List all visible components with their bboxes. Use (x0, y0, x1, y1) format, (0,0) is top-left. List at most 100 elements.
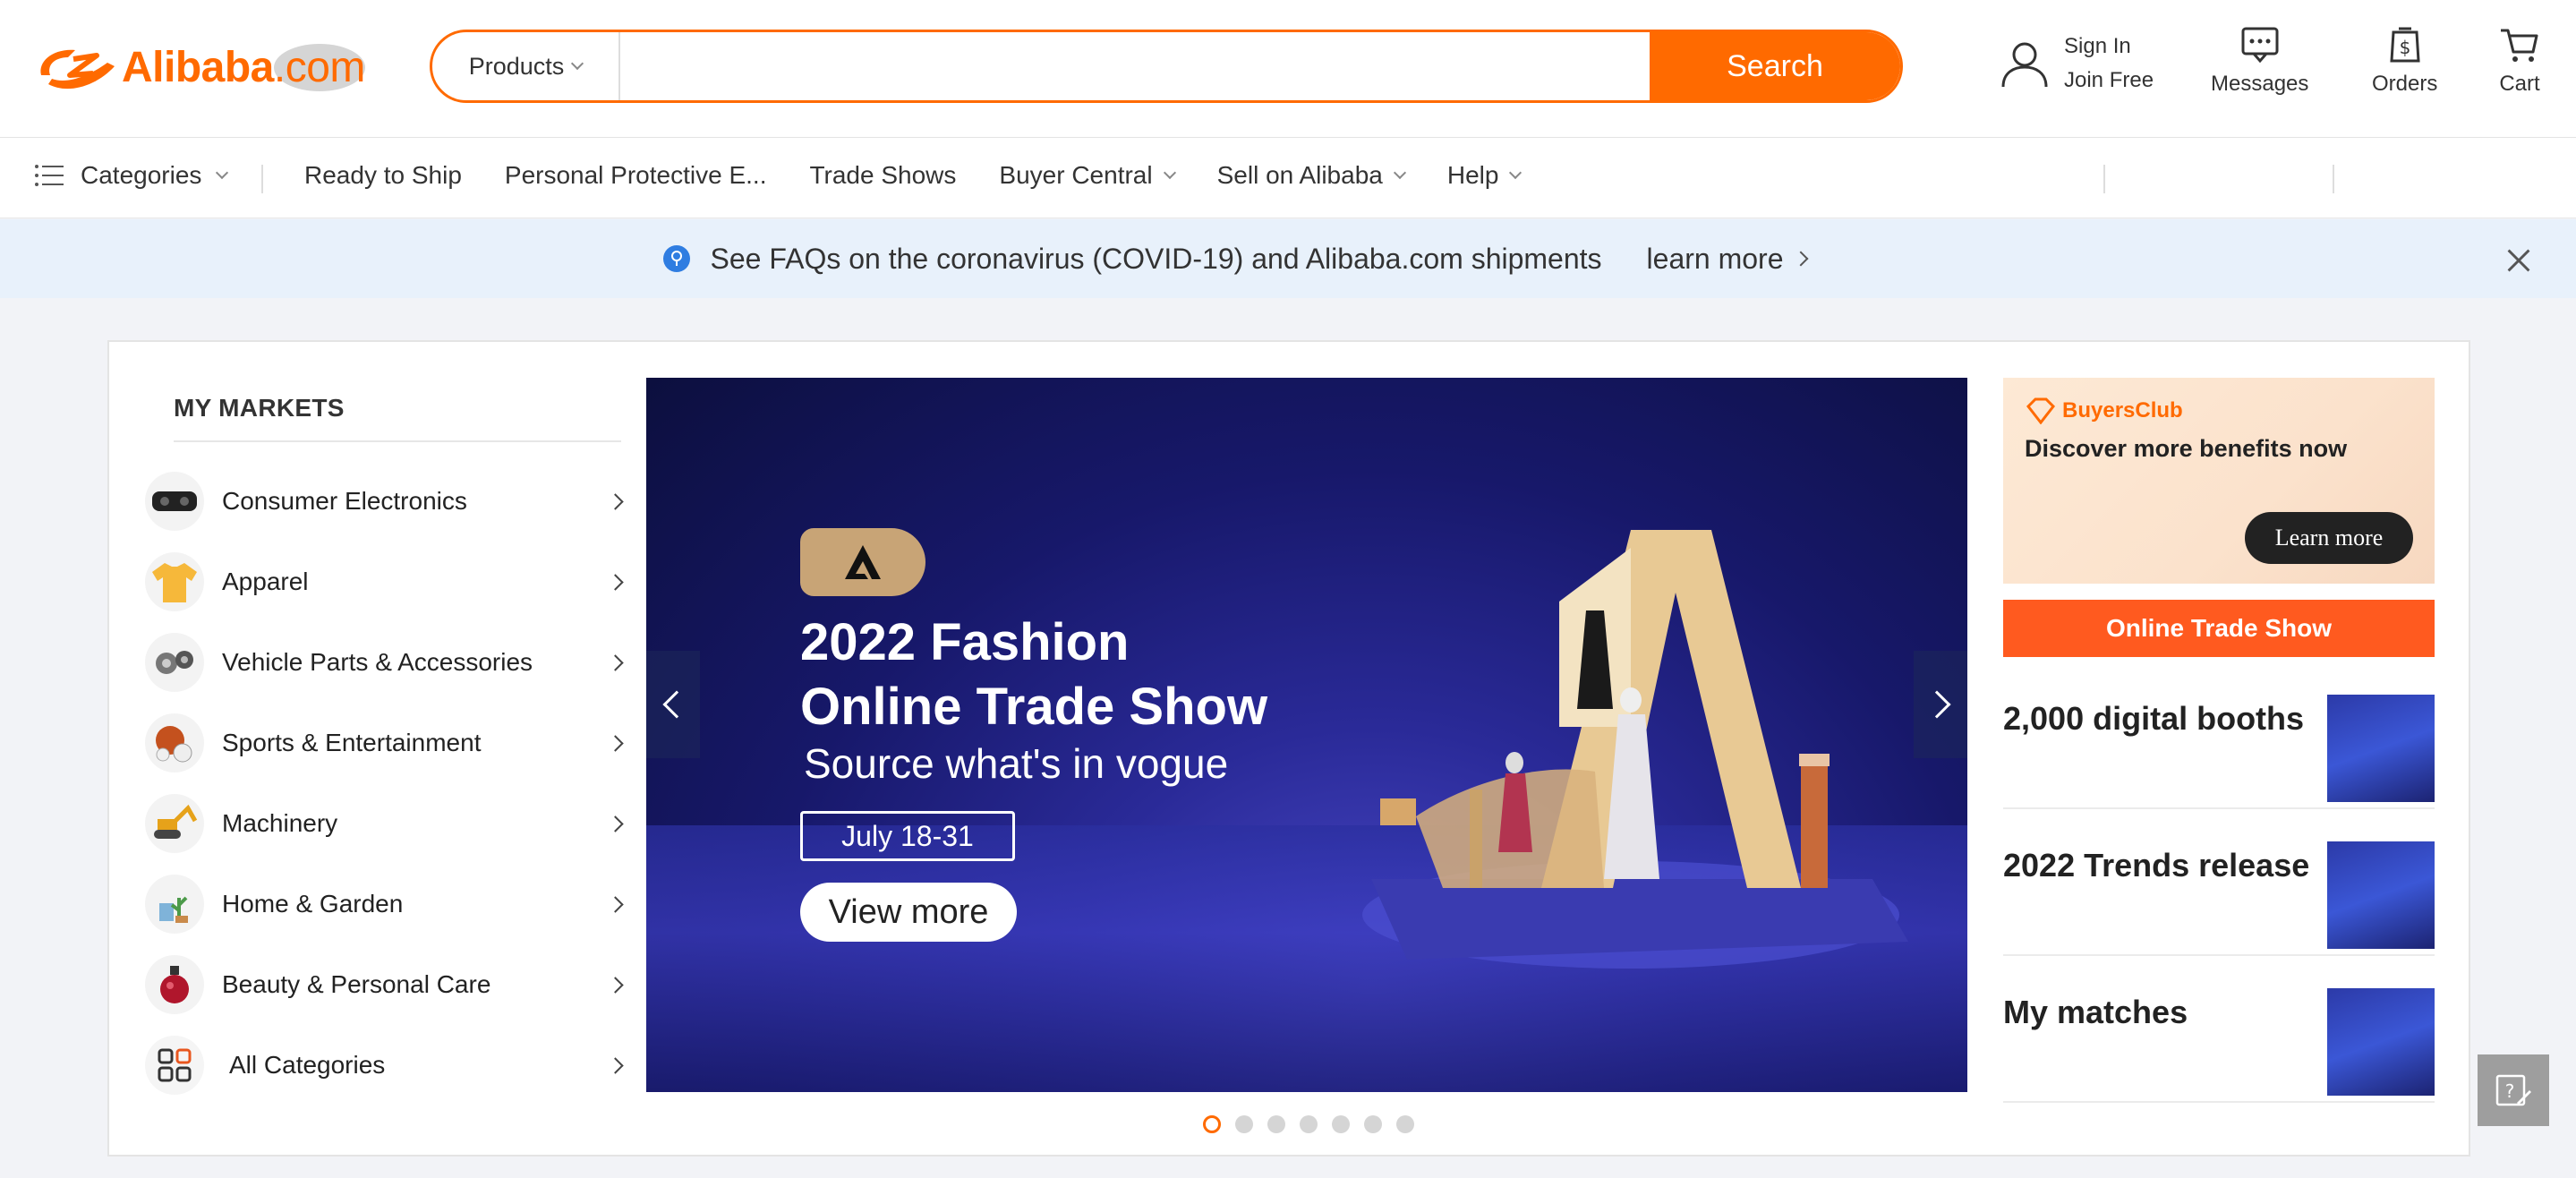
messages-icon (2241, 27, 2279, 64)
messages-label: Messages (2211, 72, 2309, 96)
trends-thumbnail (2327, 841, 2435, 949)
market-apparel[interactable]: Apparel (145, 546, 628, 618)
nav-item-label: Trade Shows (809, 161, 957, 189)
buyers-club-promo[interactable]: BuyersClub Discover more benefits now Le… (2003, 378, 2435, 584)
banner-prev-button[interactable] (646, 651, 700, 758)
carousel-dot[interactable] (1267, 1115, 1285, 1133)
side-item-label: 2,000 digital booths (2003, 700, 2305, 737)
chevron-down-icon (1393, 166, 1406, 180)
chevron-right-icon (607, 734, 624, 752)
chevron-down-icon (216, 166, 229, 180)
carousel-dots (1203, 1115, 1414, 1133)
nav-item-label: Ready to Ship (304, 161, 462, 189)
sports-balls-icon (156, 726, 192, 763)
nav-item-label: Personal Protective E... (504, 161, 767, 189)
banner-next-button[interactable] (1914, 651, 1967, 758)
chevron-left-icon (662, 690, 691, 719)
fashion-stage-illustration (1362, 530, 1908, 969)
nav-item-trade-shows[interactable]: Trade Shows (809, 161, 956, 190)
excavator-icon (154, 804, 198, 839)
nav-item-label: Buyer Central (999, 161, 1153, 189)
matches-thumbnail (2327, 988, 2435, 1096)
carousel-dot[interactable] (1364, 1115, 1382, 1133)
side-item-label: 2022 Trends release (2003, 847, 2310, 884)
carousel-dot[interactable] (1235, 1115, 1253, 1133)
market-label: Vehicle Parts & Accessories (222, 648, 533, 676)
buyers-club-brand: BuyersClub (2062, 398, 2183, 423)
search-button[interactable]: Search (1650, 32, 1900, 100)
messages-button[interactable]: Messages (2211, 25, 2308, 115)
header: Alibaba.com Products Search Sign In Join… (0, 0, 2576, 138)
nav-item-ready-to-ship[interactable]: Ready to Ship (304, 161, 462, 190)
sign-in-link[interactable]: Sign In (2064, 34, 2154, 59)
chevron-right-icon (607, 895, 624, 913)
sign-in-area[interactable]: Sign In Join Free (1996, 34, 2154, 93)
chevron-down-icon (1509, 166, 1523, 180)
tshirt-icon (152, 563, 197, 602)
feedback-edit-icon: ? (2495, 1074, 2531, 1106)
svg-text:$: $ (2399, 37, 2410, 58)
covid-notice-bar: See FAQs on the coronavirus (COVID-19) a… (0, 219, 2576, 298)
side-item-digital-booths[interactable]: 2,000 digital booths (2003, 677, 2435, 809)
nav-divider (261, 165, 263, 193)
carousel-dot[interactable] (1203, 1115, 1221, 1133)
notice-learn-more-link[interactable]: learn more (1647, 243, 1809, 276)
carousel-dot[interactable] (1396, 1115, 1414, 1133)
chevron-right-icon (607, 492, 624, 510)
cart-button[interactable]: Cart (2499, 25, 2540, 115)
market-label: Sports & Entertainment (222, 729, 482, 756)
nav-item-label: Sell on Alibaba (1216, 161, 1383, 189)
search-category-select[interactable]: Products (432, 32, 620, 100)
carousel-dot[interactable] (1332, 1115, 1350, 1133)
nav-divider (2333, 165, 2334, 193)
cart-icon (2501, 29, 2538, 62)
alibaba-logo[interactable]: Alibaba.com (34, 36, 365, 98)
banner-subtitle: Source what's in vogue (804, 740, 1229, 787)
diamond-icon (2026, 397, 2055, 424)
market-machinery[interactable]: Machinery (145, 788, 628, 859)
markets-title: MY MARKETS (174, 394, 345, 422)
list-icon (35, 165, 64, 186)
nav-categories[interactable]: Categories (34, 161, 229, 190)
carousel-dot[interactable] (1300, 1115, 1318, 1133)
nav-item-help[interactable]: Help (1446, 161, 1523, 190)
buyers-club-learn-more-button[interactable]: Learn more (2245, 512, 2413, 564)
close-icon[interactable] (2504, 246, 2533, 275)
market-all-categories[interactable]: All Categories (145, 1029, 628, 1101)
nav-item-ppe[interactable]: Personal Protective E... (505, 161, 767, 190)
market-consumer-electronics[interactable]: Consumer Electronics (145, 465, 628, 537)
market-label: Beauty & Personal Care (222, 970, 491, 998)
feedback-button[interactable]: ? (2478, 1054, 2549, 1126)
market-sports-entertainment[interactable]: Sports & Entertainment (145, 707, 628, 779)
market-beauty-personal-care[interactable]: Beauty & Personal Care (145, 949, 628, 1020)
nav-item-label: Help (1446, 161, 1499, 189)
chevron-right-icon (607, 1056, 624, 1074)
market-vehicle-parts[interactable]: Vehicle Parts & Accessories (145, 627, 628, 698)
buyers-club-logo: BuyersClub (2025, 397, 2183, 424)
market-label: Machinery (222, 809, 338, 837)
side-item-my-matches[interactable]: My matches (2003, 970, 2435, 1103)
market-home-garden[interactable]: Home & Garden (145, 868, 628, 940)
chevron-right-icon (607, 815, 624, 832)
hero-banner[interactable]: 2022 Fashion Online Trade Show Source wh… (646, 378, 1967, 1092)
chevron-right-icon (607, 573, 624, 591)
perfume-icon (160, 966, 189, 1003)
chevron-right-icon (607, 976, 624, 994)
market-label: All Categories (229, 1051, 386, 1079)
search-input[interactable] (620, 32, 1650, 100)
join-free-link[interactable]: Join Free (2064, 68, 2154, 93)
buyers-club-title: Discover more benefits now (2025, 435, 2348, 462)
online-trade-show-button[interactable]: Online Trade Show (2003, 600, 2435, 657)
nav-item-buyer-central[interactable]: Buyer Central (999, 161, 1176, 190)
chevron-right-icon (607, 653, 624, 671)
digital-booths-thumbnail (2327, 695, 2435, 802)
nav-item-sell-on-alibaba[interactable]: Sell on Alibaba (1216, 161, 1406, 190)
notice-text: See FAQs on the coronavirus (COVID-19) a… (710, 242, 1602, 275)
search-bar: Products Search (430, 30, 1903, 103)
chevron-down-icon (571, 56, 584, 71)
orders-button[interactable]: $ Orders (2372, 25, 2437, 115)
banner-view-more-button[interactable]: View more (800, 883, 1017, 942)
side-item-trends-release[interactable]: 2022 Trends release (2003, 824, 2435, 956)
orders-icon: $ (2390, 27, 2420, 63)
vr-headset-icon (152, 491, 197, 511)
